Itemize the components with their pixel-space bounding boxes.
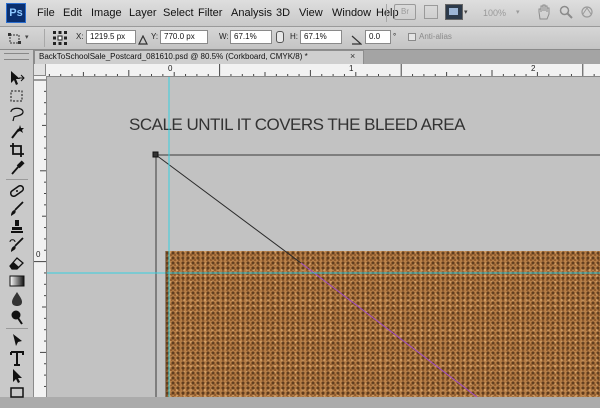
height-field[interactable]: 67.1% (300, 30, 342, 44)
rotate-view-icon[interactable] (580, 5, 594, 24)
close-icon[interactable]: × (350, 51, 355, 62)
h-label: H: (290, 32, 298, 41)
menu-layer[interactable]: Layer (129, 0, 157, 26)
pen-tool-icon[interactable] (7, 331, 27, 349)
antialias-checkbox[interactable] (408, 33, 416, 41)
chevron-down-icon: ▾ (516, 9, 520, 16)
crop-tool-icon[interactable] (7, 141, 27, 159)
options-bar: ▾ X: 1219.5 px Y: 770.0 px W: 67.1% H: 6… (0, 27, 600, 50)
ruler-label: 0 (36, 250, 41, 259)
transform-diagonal (155, 154, 302, 264)
x-field[interactable]: 1219.5 px (86, 30, 136, 44)
gradient-tool-icon[interactable] (7, 272, 27, 290)
transform-tool-icon[interactable] (8, 32, 22, 50)
history-brush-tool-icon[interactable] (7, 236, 27, 254)
chevron-down-icon: ▾ (25, 34, 29, 41)
degree-symbol: ° (393, 32, 397, 41)
menu-view[interactable]: View (299, 0, 323, 26)
zoom-tool-icon[interactable] (559, 5, 573, 24)
menu-file[interactable]: File (37, 0, 55, 26)
clone-stamp-tool-icon[interactable] (7, 218, 27, 236)
menu-window[interactable]: Window (332, 0, 371, 26)
shape-tool-icon[interactable] (7, 385, 27, 403)
path-selection-tool-icon[interactable] (7, 367, 27, 385)
healing-brush-tool-icon[interactable] (7, 182, 27, 200)
menu-separator (386, 4, 387, 22)
relative-position-icon[interactable] (138, 32, 148, 50)
y-field[interactable]: 770.0 px (160, 30, 208, 44)
rotate-field[interactable]: 0.0 (365, 30, 391, 44)
menu-bar: Ps File Edit Image Layer Select Filter A… (0, 0, 600, 27)
chevron-down-icon: ▾ (464, 9, 468, 16)
ruler-label: 0 (168, 64, 173, 73)
antialias-label: Anti-alias (419, 32, 452, 41)
blur-tool-icon[interactable] (7, 290, 27, 308)
dodge-tool-icon[interactable] (7, 308, 27, 326)
bridge-button[interactable]: Br (394, 4, 416, 20)
menu-filter[interactable]: Filter (198, 0, 222, 26)
eyedropper-tool-icon[interactable] (7, 159, 27, 177)
screen-mode-button[interactable] (445, 4, 463, 20)
transform-diagonal-over-layer (300, 262, 478, 397)
options-separator (44, 29, 45, 47)
canvas-overlay (47, 77, 600, 397)
transform-handle[interactable] (152, 151, 159, 158)
link-chain-icon[interactable] (276, 31, 284, 43)
rotate-icon (351, 32, 363, 50)
document-canvas[interactable]: SCALE UNTIL IT COVERS THE BLEED AREA (47, 77, 600, 397)
menu-edit[interactable]: Edit (63, 0, 82, 26)
ruler-label: 1 (349, 64, 354, 73)
marquee-tool-icon[interactable] (7, 87, 27, 105)
reference-point-icon[interactable] (52, 30, 68, 51)
vertical-ruler[interactable]: 0 (34, 76, 47, 397)
lasso-tool-icon[interactable] (7, 105, 27, 123)
toolbox-divider (6, 179, 28, 180)
ruler-label: 2 (531, 64, 536, 73)
x-label: X: (76, 32, 84, 41)
menu-analysis[interactable]: Analysis (231, 0, 272, 26)
brush-tool-icon[interactable] (7, 200, 27, 218)
quick-selection-tool-icon[interactable] (7, 123, 27, 141)
hand-tool-icon[interactable] (537, 4, 551, 25)
mini-bridge-button[interactable] (424, 5, 438, 19)
width-field[interactable]: 67.1% (230, 30, 272, 44)
toolbox-divider (6, 328, 28, 329)
toolbox-grip[interactable] (4, 53, 29, 60)
horizontal-ruler[interactable]: 0 1 2 (34, 64, 600, 77)
menu-image[interactable]: Image (91, 0, 122, 26)
document-tab[interactable]: BackToSchoolSale_Postcard_081610.psd @ 8… (34, 50, 364, 64)
move-tool-icon[interactable] (7, 69, 27, 87)
w-label: W: (219, 32, 229, 41)
ruler-origin[interactable] (34, 64, 46, 76)
menu-3d[interactable]: 3D (276, 0, 290, 26)
menu-select[interactable]: Select (163, 0, 194, 26)
eraser-tool-icon[interactable] (7, 254, 27, 272)
toolbox (0, 50, 34, 398)
photoshop-logo-icon: Ps (6, 3, 26, 23)
y-label: Y: (151, 32, 159, 41)
type-tool-icon[interactable] (7, 349, 27, 367)
zoom-level[interactable]: 100% (483, 5, 506, 21)
